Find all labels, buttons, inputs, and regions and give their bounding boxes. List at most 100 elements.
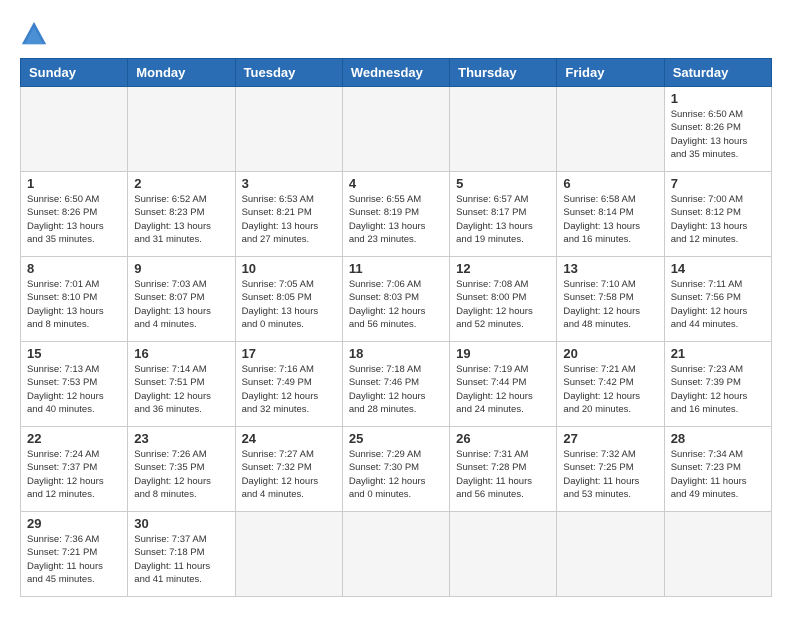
calendar-cell: 19 Sunrise: 7:19 AMSunset: 7:44 PMDayligh… — [450, 342, 557, 427]
calendar-cell: 18Sunrise: 7:18 AMSunset: 7:46 PMDayligh… — [342, 342, 449, 427]
calendar-cell: 6 Sunrise: 6:58 AMSunset: 8:14 PMDaylight… — [557, 172, 664, 257]
calendar-header-sunday: Sunday — [21, 59, 128, 87]
day-detail: Sunrise: 6:58 AMSunset: 8:14 PMDaylight:… — [563, 193, 657, 246]
day-number: 1 — [27, 176, 121, 191]
calendar-cell — [21, 87, 128, 172]
day-detail: Sunrise: 7:11 AMSunset: 7:56 PMDaylight:… — [671, 278, 765, 331]
day-number: 8 — [27, 261, 121, 276]
calendar-cell — [235, 512, 342, 597]
calendar-cell: 9 Sunrise: 7:03 AMSunset: 8:07 PMDaylight… — [128, 257, 235, 342]
day-number: 2 — [134, 176, 228, 191]
calendar-header-thursday: Thursday — [450, 59, 557, 87]
calendar-cell: 10Sunrise: 7:05 AMSunset: 8:05 PMDayligh… — [235, 257, 342, 342]
day-number: 22 — [27, 431, 121, 446]
day-number: 11 — [349, 261, 443, 276]
day-detail: Sunrise: 7:00 AMSunset: 8:12 PMDaylight:… — [671, 193, 765, 246]
day-number: 28 — [671, 431, 765, 446]
day-number: 4 — [349, 176, 443, 191]
calendar-cell — [235, 87, 342, 172]
calendar-cell — [557, 512, 664, 597]
day-detail: Sunrise: 6:52 AMSunset: 8:23 PMDaylight:… — [134, 193, 228, 246]
calendar-week-2: 1 Sunrise: 6:50 AMSunset: 8:26 PMDaylight… — [21, 172, 772, 257]
day-number: 19 — [456, 346, 550, 361]
calendar-cell — [557, 87, 664, 172]
day-number: 6 — [563, 176, 657, 191]
day-detail: Sunrise: 7:03 AMSunset: 8:07 PMDaylight:… — [134, 278, 228, 331]
day-number: 16 — [134, 346, 228, 361]
calendar-cell: 8 Sunrise: 7:01 AMSunset: 8:10 PMDaylight… — [21, 257, 128, 342]
calendar-cell: 22 Sunrise: 7:24 AMSunset: 7:37 PMDayligh… — [21, 427, 128, 512]
calendar-cell: 26Sunrise: 7:31 AMSunset: 7:28 PMDayligh… — [450, 427, 557, 512]
day-number: 7 — [671, 176, 765, 191]
day-number: 29 — [27, 516, 121, 531]
day-number: 10 — [242, 261, 336, 276]
day-number: 25 — [349, 431, 443, 446]
day-detail: Sunrise: 7:16 AMSunset: 7:49 PMDaylight:… — [242, 363, 336, 416]
calendar-week-5: 22 Sunrise: 7:24 AMSunset: 7:37 PMDayligh… — [21, 427, 772, 512]
calendar-header-row: SundayMondayTuesdayWednesdayThursdayFrid… — [21, 59, 772, 87]
day-detail: Sunrise: 7:36 AMSunset: 7:21 PMDaylight:… — [27, 533, 121, 586]
calendar-cell: 13 Sunrise: 7:10 AMSunset: 7:58 PMDayligh… — [557, 257, 664, 342]
calendar-cell: 16 Sunrise: 7:14 AMSunset: 7:51 PMDayligh… — [128, 342, 235, 427]
calendar-cell: 23Sunrise: 7:26 AMSunset: 7:35 PMDayligh… — [128, 427, 235, 512]
day-number: 18 — [349, 346, 443, 361]
calendar-cell: 3 Sunrise: 6:53 AMSunset: 8:21 PMDaylight… — [235, 172, 342, 257]
day-detail: Sunrise: 7:21 AMSunset: 7:42 PMDaylight:… — [563, 363, 657, 416]
day-detail: Sunrise: 7:10 AMSunset: 7:58 PMDaylight:… — [563, 278, 657, 331]
day-detail: Sunrise: 6:57 AMSunset: 8:17 PMDaylight:… — [456, 193, 550, 246]
day-detail: Sunrise: 7:23 AMSunset: 7:39 PMDaylight:… — [671, 363, 765, 416]
calendar-cell: 2 Sunrise: 6:52 AMSunset: 8:23 PMDaylight… — [128, 172, 235, 257]
day-detail: Sunrise: 7:27 AMSunset: 7:32 PMDaylight:… — [242, 448, 336, 501]
calendar-cell: 1Sunrise: 6:50 AMSunset: 8:26 PMDaylight… — [664, 87, 771, 172]
calendar-cell — [450, 512, 557, 597]
day-number: 24 — [242, 431, 336, 446]
day-number: 26 — [456, 431, 550, 446]
calendar-cell: 29 Sunrise: 7:36 AMSunset: 7:21 PMDayligh… — [21, 512, 128, 597]
day-number: 1 — [671, 91, 765, 106]
calendar-cell: 4 Sunrise: 6:55 AMSunset: 8:19 PMDaylight… — [342, 172, 449, 257]
day-number: 13 — [563, 261, 657, 276]
calendar-header-monday: Monday — [128, 59, 235, 87]
day-number: 14 — [671, 261, 765, 276]
day-detail: Sunrise: 7:19 AMSunset: 7:44 PMDaylight:… — [456, 363, 550, 416]
calendar-cell: 25Sunrise: 7:29 AMSunset: 7:30 PMDayligh… — [342, 427, 449, 512]
calendar-cell: 5 Sunrise: 6:57 AMSunset: 8:17 PMDaylight… — [450, 172, 557, 257]
calendar-cell: 14 Sunrise: 7:11 AMSunset: 7:56 PMDayligh… — [664, 257, 771, 342]
calendar-cell — [450, 87, 557, 172]
day-detail: Sunrise: 7:37 AMSunset: 7:18 PMDaylight:… — [134, 533, 228, 586]
day-detail: Sunrise: 7:08 AMSunset: 8:00 PMDaylight:… — [456, 278, 550, 331]
day-number: 30 — [134, 516, 228, 531]
calendar-cell: 20Sunrise: 7:21 AMSunset: 7:42 PMDayligh… — [557, 342, 664, 427]
calendar-week-3: 8 Sunrise: 7:01 AMSunset: 8:10 PMDaylight… — [21, 257, 772, 342]
calendar-cell: 24 Sunrise: 7:27 AMSunset: 7:32 PMDayligh… — [235, 427, 342, 512]
calendar-cell: 7 Sunrise: 7:00 AMSunset: 8:12 PMDaylight… — [664, 172, 771, 257]
day-number: 21 — [671, 346, 765, 361]
day-detail: Sunrise: 7:24 AMSunset: 7:37 PMDaylight:… — [27, 448, 121, 501]
day-detail: Sunrise: 7:32 AMSunset: 7:25 PMDaylight:… — [563, 448, 657, 501]
calendar-header-tuesday: Tuesday — [235, 59, 342, 87]
calendar-cell: 12Sunrise: 7:08 AMSunset: 8:00 PMDayligh… — [450, 257, 557, 342]
calendar-cell: 28Sunrise: 7:34 AMSunset: 7:23 PMDayligh… — [664, 427, 771, 512]
day-number: 5 — [456, 176, 550, 191]
calendar-cell: 17Sunrise: 7:16 AMSunset: 7:49 PMDayligh… — [235, 342, 342, 427]
calendar-cell — [342, 512, 449, 597]
day-detail: Sunrise: 7:06 AMSunset: 8:03 PMDaylight:… — [349, 278, 443, 331]
day-detail: Sunrise: 7:14 AMSunset: 7:51 PMDaylight:… — [134, 363, 228, 416]
calendar-cell — [664, 512, 771, 597]
calendar-cell: 11 Sunrise: 7:06 AMSunset: 8:03 PMDayligh… — [342, 257, 449, 342]
calendar-cell: 30 Sunrise: 7:37 AMSunset: 7:18 PMDayligh… — [128, 512, 235, 597]
calendar-cell — [342, 87, 449, 172]
logo — [20, 20, 52, 48]
day-detail: Sunrise: 7:01 AMSunset: 8:10 PMDaylight:… — [27, 278, 121, 331]
page-header — [20, 20, 772, 48]
calendar-week-4: 15Sunrise: 7:13 AMSunset: 7:53 PMDayligh… — [21, 342, 772, 427]
day-detail: Sunrise: 7:26 AMSunset: 7:35 PMDaylight:… — [134, 448, 228, 501]
logo-icon — [20, 20, 48, 48]
calendar-cell: 15Sunrise: 7:13 AMSunset: 7:53 PMDayligh… — [21, 342, 128, 427]
day-number: 3 — [242, 176, 336, 191]
day-number: 9 — [134, 261, 228, 276]
day-detail: Sunrise: 6:50 AMSunset: 8:26 PMDaylight:… — [27, 193, 121, 246]
day-detail: Sunrise: 6:55 AMSunset: 8:19 PMDaylight:… — [349, 193, 443, 246]
day-detail: Sunrise: 6:53 AMSunset: 8:21 PMDaylight:… — [242, 193, 336, 246]
calendar-header-wednesday: Wednesday — [342, 59, 449, 87]
